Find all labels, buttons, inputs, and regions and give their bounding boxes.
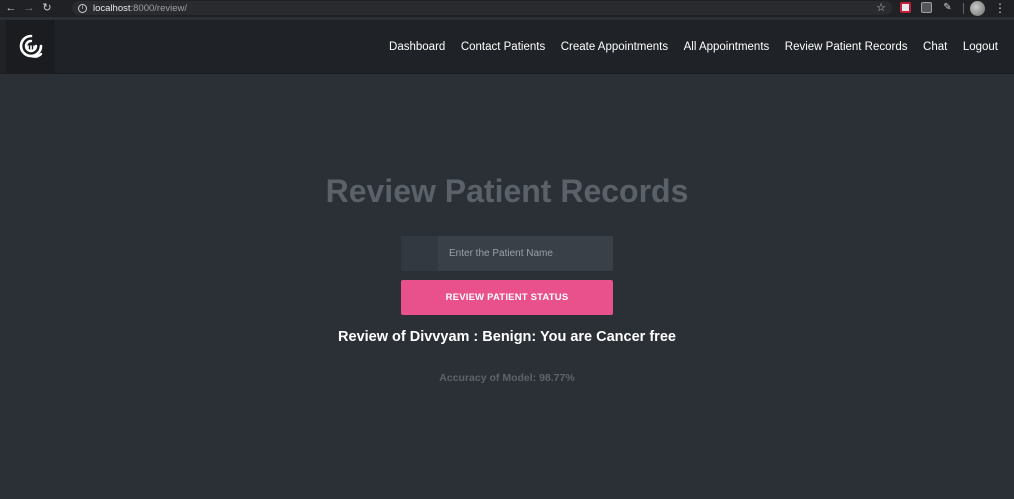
url-path: :8000/review/ [130, 2, 188, 14]
forward-icon[interactable]: → [22, 2, 36, 16]
review-result: Review of Divvyam : Benign: You are Canc… [338, 329, 676, 345]
patient-name-input[interactable] [438, 236, 613, 271]
patient-search-group [401, 236, 613, 271]
menu-icon[interactable]: ⋮ [994, 1, 1006, 15]
nav-all-appointments[interactable]: All Appointments [684, 41, 770, 53]
back-icon[interactable]: ← [4, 2, 18, 16]
app-navbar: Dashboard Contact Patients Create Appoin… [0, 20, 1014, 73]
logo[interactable] [6, 20, 55, 73]
nav-logout[interactable]: Logout [963, 41, 998, 53]
input-prefix-addon [401, 236, 438, 271]
review-patient-status-button[interactable]: REVIEW PATIENT STATUS [401, 280, 613, 315]
main-content: Review Patient Records REVIEW PATIENT ST… [0, 73, 1014, 499]
nav-dashboard[interactable]: Dashboard [389, 41, 445, 53]
reload-icon[interactable]: ↻ [40, 2, 54, 16]
pen-icon[interactable]: ✎ [942, 2, 953, 13]
extension-icon[interactable] [900, 2, 911, 13]
model-accuracy: Accuracy of Model: 98.77% [439, 372, 575, 384]
star-icon[interactable]: ☆ [876, 1, 886, 15]
info-icon[interactable]: i [78, 3, 87, 13]
url-host: localhost [93, 2, 131, 14]
page-title: Review Patient Records [325, 173, 689, 209]
address-bar[interactable]: i localhost :8000/review/ ☆ [72, 1, 892, 15]
nav-review-patient-records[interactable]: Review Patient Records [785, 41, 908, 53]
browser-toolbar: ← → ↻ i localhost :8000/review/ ☆ ✎ ⋮ [0, 0, 1014, 17]
nav-chat[interactable]: Chat [923, 41, 947, 53]
toolbar-divider [963, 3, 964, 14]
nav-contact-patients[interactable]: Contact Patients [461, 41, 545, 53]
nav-links: Dashboard Contact Patients Create Appoin… [374, 20, 998, 73]
logo-icon [19, 34, 42, 58]
profile-avatar[interactable] [970, 1, 985, 16]
nav-create-appointments[interactable]: Create Appointments [561, 41, 668, 53]
extension-icon[interactable] [921, 2, 932, 13]
